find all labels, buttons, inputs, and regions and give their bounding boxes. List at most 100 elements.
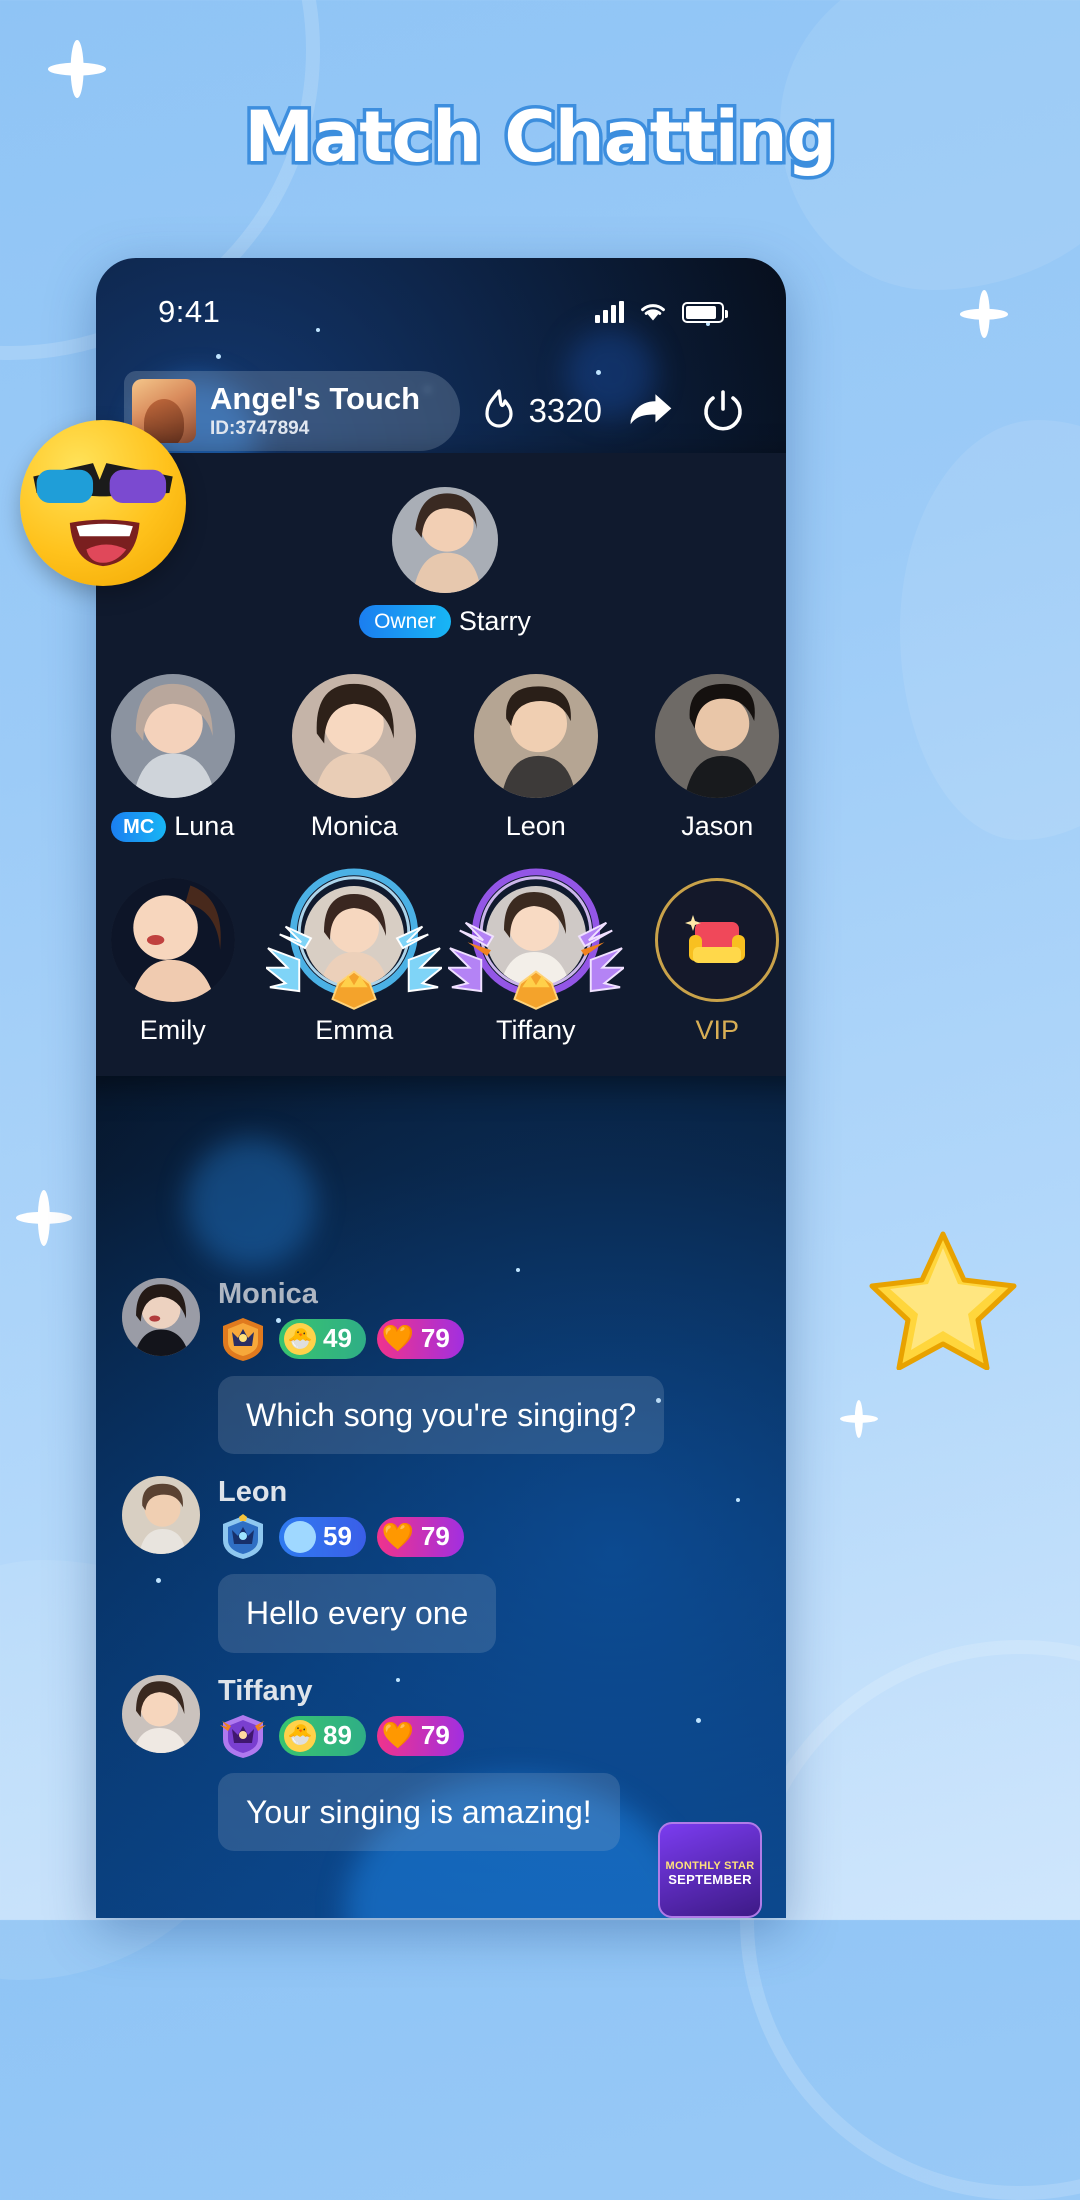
flame-icon [484, 389, 513, 428]
seat-emily-label: Emily [140, 1015, 206, 1046]
gold-rank-badge-icon [223, 1318, 263, 1361]
share-arrow-icon [630, 394, 672, 425]
chat-message-header: Leon 59 🧡 79 [122, 1476, 760, 1560]
seat-grid-row-1: MC Luna Monica Leon Jason [96, 674, 786, 842]
chat-message[interactable]: Leon 59 🧡 79 Hello every one [122, 1476, 760, 1653]
level-value: 89 [323, 1719, 352, 1750]
orb-level-icon [284, 1521, 316, 1554]
chat-message-author: Monica [218, 1278, 318, 1310]
sparkle-icon-1 [48, 40, 106, 98]
seat-emily[interactable]: Emily [96, 878, 264, 1046]
seat-leon[interactable]: Leon [445, 674, 627, 842]
vip-seat-circle [655, 878, 780, 1003]
phone-mockup: 9:41 Angel's Touch ID:3747894 3320 Owner… [96, 258, 786, 1918]
owner-badge: Owner [359, 605, 451, 639]
heart-badge: 🧡 79 [376, 1715, 464, 1756]
chat-message-bubble: Which song you're singing? [218, 1376, 665, 1455]
seat-jason-name: Jason [681, 811, 754, 842]
seat-emily-name: Emily [139, 1015, 206, 1046]
seat-monica[interactable]: Monica [264, 674, 446, 842]
heart-icon: 🧡 [381, 1323, 415, 1354]
chat-message-badges: 🐣 89 🧡 79 [218, 1713, 464, 1759]
seat-grid-row-2: Emily Emma Tiffany VIP [96, 868, 787, 1046]
chat-message-bubble: Your singing is amazing! [218, 1772, 620, 1852]
purple-rank-badge-icon [220, 1714, 266, 1758]
avatar-starry [392, 487, 498, 593]
seat-vip-label: VIP [695, 1015, 739, 1046]
room-name: Angel's Touch [210, 381, 421, 417]
chat-message-info: Leon 59 🧡 79 [218, 1476, 464, 1560]
bg-blob-right-mid [900, 420, 1080, 840]
power-off-icon [704, 390, 742, 431]
room-id: ID:3747894 [210, 417, 310, 439]
seat-vip[interactable]: VIP [627, 878, 787, 1046]
room-meta: Angel's Touch ID:3747894 [210, 381, 421, 440]
chick-level-icon: 🐣 [284, 1719, 316, 1752]
wifi-icon [641, 304, 665, 321]
avatar-luna [110, 674, 235, 799]
gift-card-line2: SEPTEMBER [668, 1871, 752, 1887]
heart-badge: 🧡 79 [376, 1517, 464, 1558]
seat-monica-name: Monica [310, 811, 398, 842]
seat-luna-label: MC Luna [111, 811, 234, 842]
gold-star-icon [868, 1228, 1018, 1371]
room-header-actions: 3320 [479, 388, 758, 434]
seat-emma[interactable]: Emma [264, 868, 446, 1046]
heart-badge: 🧡 79 [376, 1319, 464, 1359]
seat-monica-label: Monica [311, 811, 398, 842]
heart-value: 79 [420, 1719, 450, 1750]
seat-jason[interactable]: Jason [627, 674, 787, 842]
avatar-monica [292, 674, 417, 799]
chat-message-badges: 🐣 49 🧡 79 [218, 1316, 464, 1362]
avatar-emily [110, 878, 235, 1003]
battery-icon [682, 301, 728, 323]
page-title: Match Chatting [241, 93, 840, 182]
share-button[interactable] [628, 388, 674, 434]
hot-count-group[interactable]: 3320 [479, 388, 602, 434]
purple-wings-frame-icon [447, 868, 624, 1011]
chat-message-badges: 59 🧡 79 [218, 1514, 464, 1560]
seat-luna-name: Luna [174, 811, 235, 842]
chat-message-header: Monica 🐣 49 🧡 79 [122, 1278, 760, 1362]
seat-owner-name: Starry [458, 606, 531, 637]
heart-value: 79 [420, 1323, 450, 1354]
seat-owner-label: Owner Starry [359, 605, 531, 639]
seat-owner[interactable]: Owner Starry [96, 487, 786, 639]
sunglasses-laughing-emoji [20, 420, 186, 586]
seat-jason-label: Jason [681, 811, 753, 842]
avatar-jason [655, 674, 780, 799]
tiffany-frame-wrap [447, 868, 624, 1011]
seat-leon-name: Leon [505, 811, 566, 842]
chat-message-author: Leon [218, 1476, 288, 1509]
level-badge: 59 [279, 1517, 366, 1558]
blue-wings-frame-icon [266, 868, 443, 1011]
chick-level-icon: 🐣 [284, 1323, 316, 1355]
gift-card-line1: MONTHLY STAR [665, 1859, 755, 1872]
level-value: 49 [323, 1323, 352, 1354]
avatar-tiffany[interactable] [122, 1674, 200, 1753]
emma-frame-wrap [266, 868, 443, 1011]
chat-stream[interactable]: Monica 🐣 49 🧡 79 Which song you're singi… [96, 1278, 786, 1863]
chat-message-info: Tiffany 🐣 89 🧡 79 [218, 1675, 464, 1759]
chat-message[interactable]: Monica 🐣 49 🧡 79 Which song you're singi… [122, 1278, 760, 1455]
seat-tiffany[interactable]: Tiffany [445, 868, 627, 1046]
status-icons [595, 301, 728, 323]
heart-icon: 🧡 [381, 1719, 415, 1750]
avatar-leon [473, 674, 598, 799]
monthly-star-event-card[interactable]: MONTHLY STAR SEPTEMBER [658, 1822, 762, 1918]
exit-room-button[interactable] [700, 388, 746, 434]
avatar-leon[interactable] [122, 1476, 200, 1555]
bg-arc-bottom-right [740, 1640, 1080, 2200]
seat-luna[interactable]: MC Luna [96, 674, 264, 842]
level-badge: 🐣 89 [279, 1715, 366, 1756]
chat-message-header: Tiffany 🐣 89 🧡 79 [122, 1674, 760, 1759]
mc-badge: MC [111, 811, 167, 842]
heart-value: 79 [420, 1521, 450, 1552]
level-value: 59 [323, 1521, 352, 1552]
chat-message-author: Tiffany [218, 1674, 313, 1707]
hot-count: 3320 [528, 392, 602, 429]
avatar-monica[interactable] [122, 1278, 200, 1356]
signal-bars-icon [595, 301, 624, 323]
sparkle-icon-2 [960, 290, 1008, 338]
blue-rank-badge-icon [223, 1514, 263, 1560]
